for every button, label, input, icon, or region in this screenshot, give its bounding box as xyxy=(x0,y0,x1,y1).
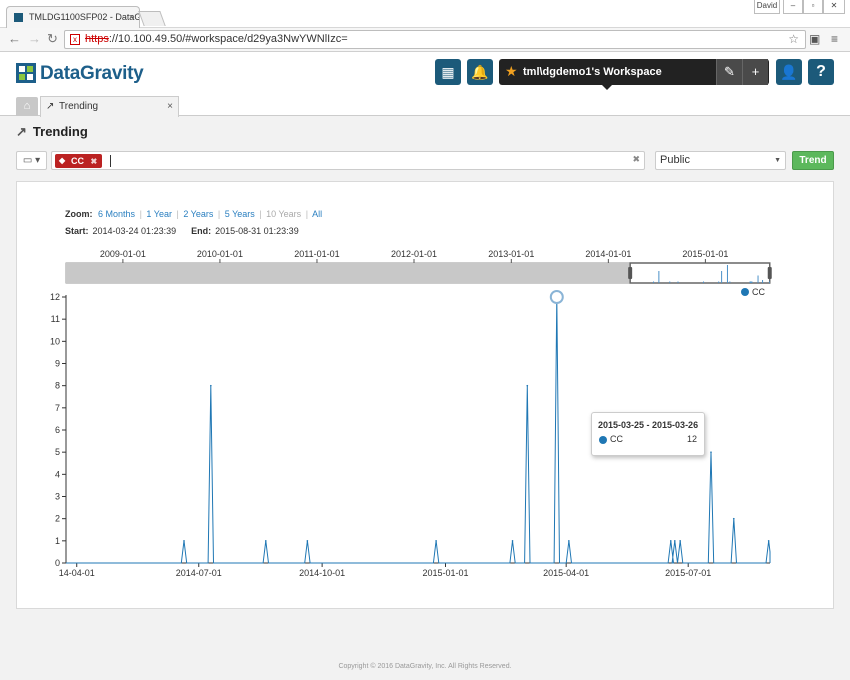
navigator-tick-label: 2011-01-01 xyxy=(294,249,339,259)
navigator-tick-label: 2014-01-01 xyxy=(585,249,631,259)
data-point xyxy=(511,540,514,542)
x-tick-label: 2014-07-01 xyxy=(176,568,222,578)
highlight-marker xyxy=(549,290,564,304)
y-tick-label: 6 xyxy=(55,425,60,435)
data-point xyxy=(435,540,437,542)
y-tick-label: 2 xyxy=(55,514,60,524)
tooltip-range: 2015-03-25 - 2015-03-26 xyxy=(598,420,699,430)
data-point xyxy=(710,451,712,453)
tooltip-value: 12 xyxy=(686,434,697,444)
x-tick-label: 2015-07-01 xyxy=(665,568,711,578)
tooltip-series-dot xyxy=(599,436,607,444)
data-point xyxy=(210,384,212,387)
legend-label: CC xyxy=(752,287,765,297)
footer-copyright: Copyright © 2016 DataGravity, Inc. All R… xyxy=(338,663,512,670)
x-tick-label: 2015-01-01 xyxy=(422,568,468,578)
navigator-tick-label: 2010-01-01 xyxy=(197,249,243,259)
data-point xyxy=(679,540,681,542)
y-tick-label: 4 xyxy=(55,469,60,479)
navigator-tick-label: 2013-01-01 xyxy=(488,249,534,259)
y-tick-label: 9 xyxy=(55,359,60,369)
data-point xyxy=(669,540,672,542)
y-tick-label: 10 xyxy=(50,336,60,346)
tooltip-series-name: CC xyxy=(610,434,623,444)
y-tick-label: 0 xyxy=(55,558,60,568)
navigator-tick-label: 2012-01-01 xyxy=(391,249,437,259)
data-point xyxy=(568,540,570,542)
y-tick-label: 1 xyxy=(55,536,60,546)
navigator-mask-left xyxy=(66,263,631,283)
x-tick-label: 2014-10-01 xyxy=(299,568,345,578)
y-tick-label: 12 xyxy=(50,292,60,302)
chart-tooltip: 2015-03-25 - 2015-03-26 CC 12 xyxy=(591,412,705,456)
navigator-tick-label: 2009-01-01 xyxy=(100,249,146,259)
data-point xyxy=(526,384,529,387)
browser-window: TMLDG1100SFP02 - DataG × David – ▫ ✕ ← →… xyxy=(0,0,850,680)
y-tick-label: 7 xyxy=(55,403,60,413)
data-point xyxy=(265,540,267,542)
data-point xyxy=(306,540,309,542)
y-tick-label: 3 xyxy=(55,492,60,502)
data-point xyxy=(732,517,735,520)
x-tick-label: 14-04-01 xyxy=(59,568,95,578)
y-tick-label: 5 xyxy=(55,447,60,457)
data-point xyxy=(673,540,676,542)
navigator-handle-left xyxy=(628,267,633,279)
x-tick-label: 2015-04-01 xyxy=(543,568,589,578)
y-tick-label: 8 xyxy=(55,381,60,391)
y-tick-label: 11 xyxy=(51,314,60,324)
trend-chart[interactable]: 012345678910111214-04-01 2014-07-01 2014-1… xyxy=(0,0,850,680)
navigator-handle-right xyxy=(767,267,772,279)
legend-dot xyxy=(741,288,749,296)
data-point xyxy=(767,540,770,542)
navigator-tick-label: 2015-01-01 xyxy=(682,249,728,259)
data-point xyxy=(183,540,185,542)
